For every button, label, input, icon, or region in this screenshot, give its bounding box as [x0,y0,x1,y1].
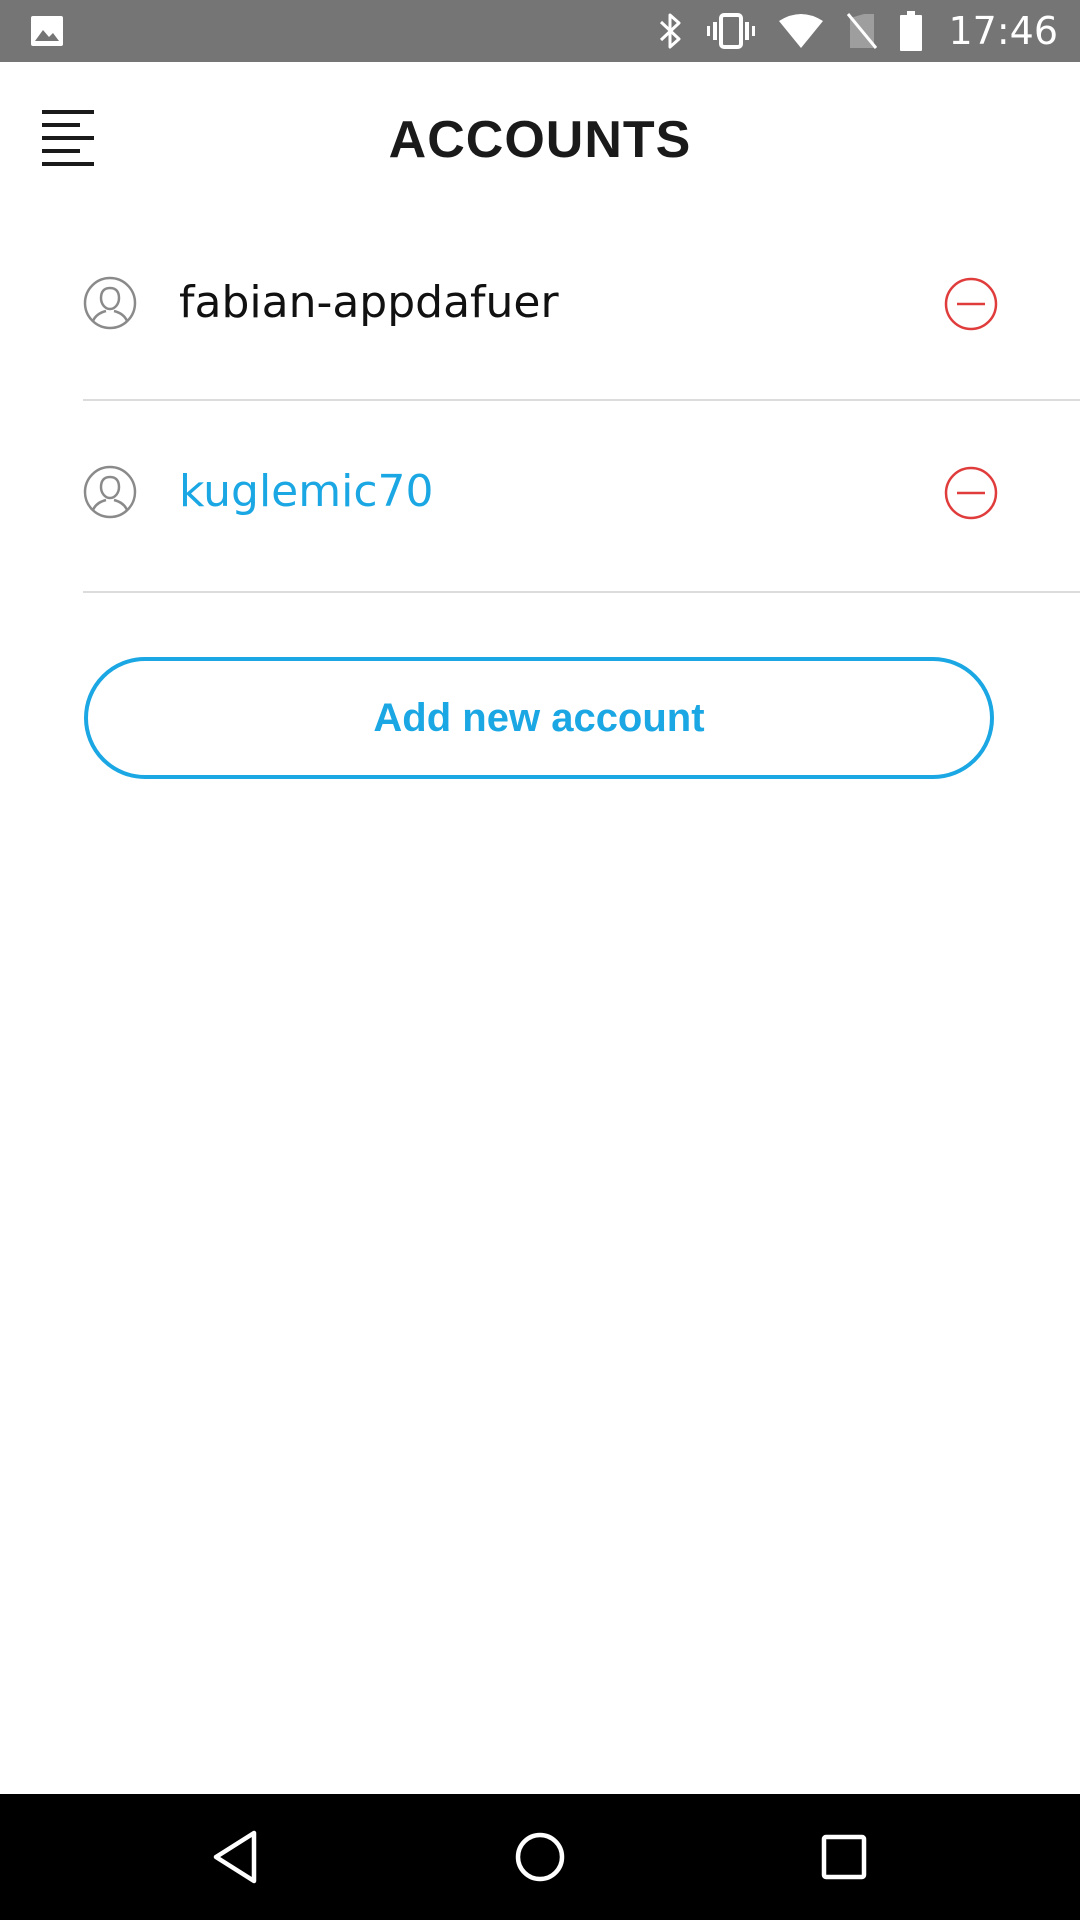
account-row[interactable]: kuglemic70 [83,401,1080,593]
recents-icon [821,1834,867,1880]
user-avatar-icon [83,276,137,330]
wifi-icon [779,14,824,48]
no-sim-icon [847,13,878,49]
gallery-icon [31,16,63,46]
remove-circle-icon[interactable] [943,465,999,521]
vibrate-icon [707,13,756,49]
status-bar: 17:46 [0,0,1080,62]
battery-icon [900,11,923,51]
account-list: fabian-appdafuer kuglemic70 [0,212,1080,593]
back-icon [213,1830,257,1884]
app-header: ACCOUNTS [0,62,1080,212]
add-account-label: Add new account [373,695,705,740]
page-title: ACCOUNTS [388,111,692,169]
recents-button[interactable] [814,1827,874,1887]
user-avatar-icon [83,465,137,519]
account-name[interactable]: fabian-appdafuer [179,276,559,330]
clock: 17:46 [948,9,1058,53]
bluetooth-icon [660,13,681,49]
home-icon [515,1832,565,1882]
add-account-button[interactable]: Add new account [84,657,994,779]
account-name[interactable]: kuglemic70 [179,465,434,519]
navigation-bar [0,1794,1080,1920]
accounts-screen: 17:46 ACCOUNTS fabian-appdafuer kuglemic… [0,0,1080,1920]
account-row[interactable]: fabian-appdafuer [83,212,1080,401]
home-button[interactable] [510,1827,570,1887]
remove-circle-icon[interactable] [943,276,999,332]
back-button[interactable] [206,1827,266,1887]
status-icons: 17:46 [658,0,1058,62]
